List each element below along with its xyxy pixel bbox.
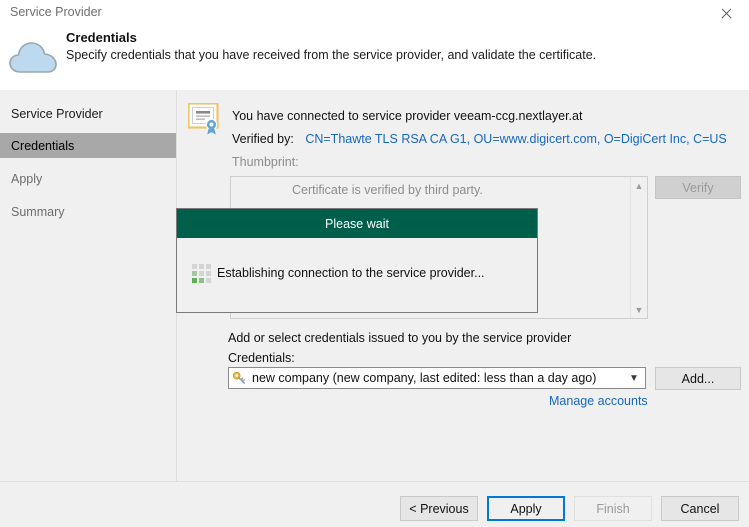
connection-status-text: You have connected to service provider v…	[232, 109, 583, 123]
thumbprint-value: Certificate is verified by third party.	[292, 183, 483, 197]
cloud-icon	[9, 42, 57, 73]
credentials-label: Credentials:	[228, 351, 295, 365]
verified-by-label: Verified by:	[232, 132, 294, 146]
page-title: Credentials	[66, 30, 137, 45]
verified-by-row: Verified by: CN=Thawte TLS RSA CA G1, OU…	[232, 132, 727, 146]
thumbprint-label: Thumbprint:	[232, 155, 299, 169]
sidebar-item-label: Credentials	[11, 138, 75, 153]
sidebar-item-label: Service Provider	[11, 106, 103, 121]
please-wait-body: Establishing connection to the service p…	[177, 238, 537, 312]
title-bar: Service Provider	[0, 0, 749, 26]
close-button[interactable]	[703, 0, 749, 26]
credentials-selected-value: new company (new company, last edited: l…	[252, 371, 597, 385]
finish-button[interactable]: Finish	[574, 496, 652, 521]
sidebar-item-credentials[interactable]: Credentials	[0, 133, 176, 158]
credentials-dropdown[interactable]: new company (new company, last edited: l…	[228, 367, 646, 389]
manage-accounts-link[interactable]: Manage accounts	[549, 394, 648, 408]
thumbprint-scrollbar[interactable]: ▲ ▼	[630, 177, 647, 318]
please-wait-dialog: Please wait Establishing connection to t…	[176, 208, 538, 313]
chevron-up-icon[interactable]: ▲	[631, 177, 647, 194]
chevron-down-icon[interactable]: ▼	[631, 301, 647, 318]
please-wait-title: Please wait	[177, 209, 537, 238]
sidebar-item-summary[interactable]: Summary	[0, 199, 176, 224]
window-title: Service Provider	[10, 5, 102, 19]
sidebar-item-label: Summary	[11, 204, 65, 219]
sidebar-item-service-provider[interactable]: Service Provider	[0, 101, 176, 126]
dots-progress-icon	[192, 264, 211, 283]
wizard-window: Service Provider Credentials Specify cre…	[0, 0, 749, 527]
key-icon	[232, 371, 245, 384]
please-wait-message: Establishing connection to the service p…	[217, 266, 485, 280]
credentials-hint: Add or select credentials issued to you …	[228, 331, 572, 345]
sidebar-item-apply[interactable]: Apply	[0, 166, 176, 191]
wizard-sidebar: Service Provider Credentials Apply Summa…	[0, 90, 177, 481]
wizard-header: Credentials Specify credentials that you…	[0, 26, 749, 90]
footer-bar: < Previous Apply Finish Cancel	[0, 481, 749, 527]
apply-button[interactable]: Apply	[487, 496, 565, 521]
sidebar-item-label: Apply	[11, 171, 43, 186]
chevron-down-icon[interactable]: ▼	[625, 368, 643, 388]
verified-by-value[interactable]: CN=Thawte TLS RSA CA G1, OU=www.digicert…	[305, 132, 726, 146]
close-icon	[720, 7, 733, 20]
add-credentials-button[interactable]: Add...	[655, 367, 741, 390]
certificate-icon	[188, 103, 219, 135]
verify-button[interactable]: Verify	[655, 176, 741, 199]
page-subtitle: Specify credentials that you have receiv…	[66, 48, 597, 62]
cancel-button[interactable]: Cancel	[661, 496, 739, 521]
previous-button[interactable]: < Previous	[400, 496, 478, 521]
